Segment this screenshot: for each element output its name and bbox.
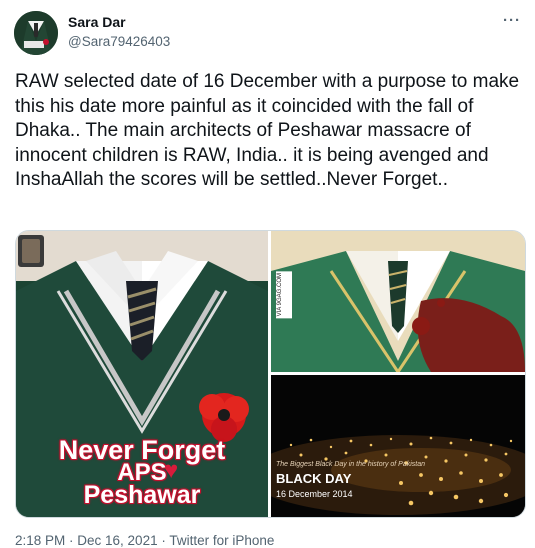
black-day-date: 16 December 2014 bbox=[276, 489, 353, 499]
author-name[interactable]: Sara Dar bbox=[68, 14, 126, 30]
media-image-candle-vigil[interactable]: The Biggest Black Day in the history of … bbox=[271, 375, 525, 517]
tweet-timestamp[interactable]: 2:18 PM · Dec 16, 2021 · Twitter for iPh… bbox=[15, 533, 274, 548]
avatar[interactable] bbox=[14, 11, 58, 55]
tweet-text: RAW selected date of 16 December with a … bbox=[15, 71, 520, 190]
bloodied-uniform-illustration bbox=[271, 231, 525, 372]
media-image-bloodied-uniform[interactable]: VIA 9GAG.COM bbox=[271, 231, 525, 372]
black-day-title: BLACK DAY bbox=[276, 471, 352, 486]
avatar-uniform-image bbox=[14, 11, 58, 55]
black-day-caption: The Biggest Black Day in the history of … bbox=[276, 461, 426, 468]
more-options-icon[interactable]: ··· bbox=[503, 12, 521, 29]
watermark-text: VIA 9GAG.COM bbox=[276, 271, 292, 319]
media-grid: Never Forget APS ♥ Peshawar VIA 9GAG.COM bbox=[15, 230, 526, 518]
author-handle[interactable]: @Sara79426403 bbox=[68, 34, 170, 49]
media-image-uniform[interactable]: Never Forget APS ♥ Peshawar bbox=[16, 231, 268, 517]
peshawar-text: Peshawar bbox=[83, 481, 201, 509]
